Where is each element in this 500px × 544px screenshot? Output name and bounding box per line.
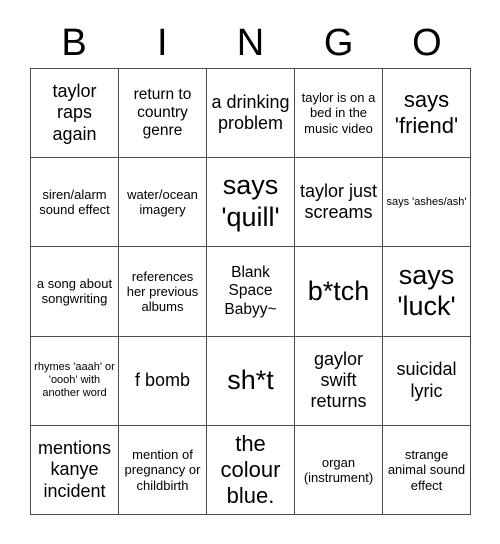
bingo-cell-text: mention of pregnancy or childbirth (124, 446, 201, 493)
bingo-cell-r2c4[interactable]: taylor just screams (295, 158, 383, 248)
bingo-header-letter-b: B (61, 22, 87, 64)
bingo-header-row: B I N G O (30, 18, 471, 68)
bingo-cell-r3c4[interactable]: b*tch (295, 247, 383, 337)
bingo-cell-r2c2[interactable]: water/ocean imagery (119, 158, 207, 248)
bingo-cell-r1c4[interactable]: taylor is on a bed in the music video (295, 69, 383, 159)
bingo-cell-text: f bomb (134, 370, 191, 391)
bingo-cell-text: says 'luck' (397, 259, 456, 322)
bingo-cell-text: gaylor swift returns (310, 348, 367, 412)
bingo-cell-r1c5[interactable]: says 'friend' (383, 69, 471, 159)
bingo-cell-text: taylor just screams (299, 181, 378, 223)
bingo-cell-r2c5[interactable]: says 'ashes/ash' (383, 158, 471, 248)
bingo-cell-text: Blank Space Babyy~ (224, 264, 277, 318)
bingo-cell-r3c5[interactable]: says 'luck' (383, 247, 471, 337)
bingo-cell-text: says 'friend' (394, 87, 459, 139)
bingo-cell-r3c2[interactable]: references her previous albums (119, 247, 207, 337)
bingo-cell-text: suicidal lyric (396, 359, 457, 401)
bingo-cell-r2c1[interactable]: siren/alarm sound effect (31, 158, 119, 248)
bingo-card: B I N G O taylor raps again return to co… (0, 0, 500, 544)
bingo-cell-r5c3[interactable]: the colour blue. (207, 425, 295, 515)
bingo-header-letter-o: O (412, 22, 442, 64)
bingo-cell-text: strange animal sound effect (387, 446, 466, 493)
bingo-cell-text: says 'ashes/ash' (386, 195, 467, 208)
bingo-cell-text: siren/alarm sound effect (39, 186, 110, 218)
bingo-cell-r4c2[interactable]: f bomb (119, 336, 207, 426)
bingo-cell-r1c3[interactable]: a drinking problem (207, 69, 295, 159)
bingo-grid: taylor raps again return to country genr… (30, 68, 471, 515)
bingo-cell-text: rhymes 'aaah' or 'oooh' with another wor… (34, 361, 115, 400)
bingo-cell-r1c1[interactable]: taylor raps again (31, 69, 119, 159)
bingo-cell-r4c5[interactable]: suicidal lyric (383, 336, 471, 426)
bingo-header-letter-i: I (157, 22, 168, 64)
bingo-cell-text: water/ocean imagery (127, 186, 198, 218)
bingo-cell-r5c2[interactable]: mention of pregnancy or childbirth (119, 425, 207, 515)
bingo-cell-text: says 'quill' (221, 170, 280, 233)
bingo-header-letter-n: N (236, 22, 265, 64)
bingo-cell-r5c1[interactable]: mentions kanye incident (31, 425, 119, 515)
bingo-cell-text: a drinking problem (211, 91, 290, 134)
bingo-cell-text: the colour blue. (220, 430, 281, 508)
bingo-cell-text: mentions kanye incident (37, 438, 112, 501)
bingo-header-letter-g: G (323, 22, 354, 64)
bingo-cell-r4c4[interactable]: gaylor swift returns (295, 336, 383, 426)
bingo-cell-text: references her previous albums (126, 268, 199, 315)
bingo-cell-text: taylor raps again (52, 81, 97, 144)
bingo-cell-r4c1[interactable]: rhymes 'aaah' or 'oooh' with another wor… (31, 336, 119, 426)
bingo-cell-r5c5[interactable]: strange animal sound effect (383, 425, 471, 515)
bingo-cell-r1c2[interactable]: return to country genre (119, 69, 207, 159)
bingo-cell-r3c3[interactable]: Blank Space Babyy~ (207, 247, 295, 337)
bingo-cell-text: taylor is on a bed in the music video (301, 90, 376, 136)
bingo-cell-text: b*tch (307, 275, 370, 306)
bingo-cell-r2c3[interactable]: says 'quill' (207, 158, 295, 248)
bingo-cell-text: sh*t (227, 364, 274, 395)
bingo-cell-text: organ (instrument) (303, 454, 374, 485)
bingo-cell-r5c4[interactable]: organ (instrument) (295, 425, 383, 515)
bingo-cell-text: return to country genre (133, 85, 192, 140)
bingo-cell-r4c3[interactable]: sh*t (207, 336, 295, 426)
bingo-cell-text: a song about songwriting (36, 276, 113, 307)
bingo-cell-r3c1[interactable]: a song about songwriting (31, 247, 119, 337)
